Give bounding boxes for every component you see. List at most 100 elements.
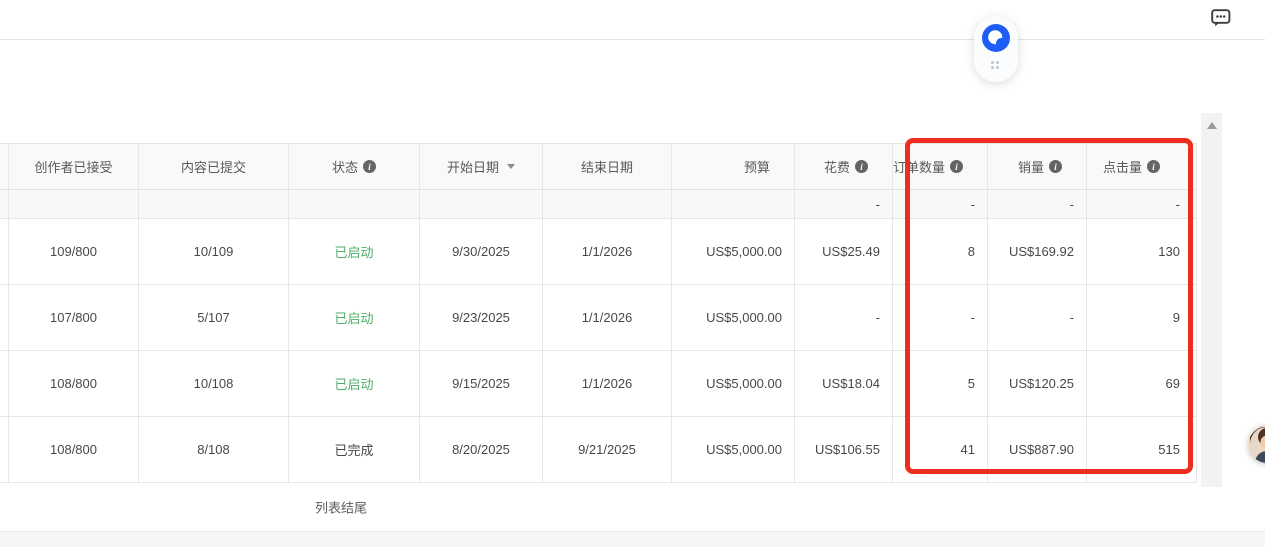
table-cell-stub [0,219,9,284]
table-cell-sales: - [988,190,1087,218]
user-avatar[interactable] [1248,425,1265,463]
table-cell-end-date: 1/1/2026 [543,351,672,416]
table-cell-stub [0,351,9,416]
cell-value: US$5,000.00 [706,244,782,259]
chat-bubble-icon[interactable] [1209,6,1233,30]
cell-value: - [876,310,880,325]
status-badge: 已启动 [334,308,373,327]
info-icon[interactable]: i [1049,160,1062,173]
table-cell-creators-accepted: 109/800 [9,219,139,284]
table-cell-stub [0,285,9,350]
top-divider-line [0,39,1265,40]
table-cell-start-date: 9/15/2025 [420,351,543,416]
column-header-sales[interactable]: 销量i [988,144,1087,189]
campaign-row[interactable]: 108/80010/108已启动9/15/20251/1/2026US$5,00… [0,351,1197,417]
cell-value: 1/1/2026 [582,376,633,391]
column-header-start-date[interactable]: 开始日期 [420,144,543,189]
table-cell-content-submitted: 5/107 [139,285,289,350]
campaign-table: 创作者已接受内容已提交状态i开始日期结束日期预算花费i订单数量i销量i点击量i-… [0,143,1197,531]
campaign-row[interactable]: 109/80010/109已启动9/30/20251/1/2026US$5,00… [0,219,1197,285]
table-cell-start-date: 9/30/2025 [420,219,543,284]
table-cell-sales: US$887.90 [988,417,1087,482]
column-header-spend[interactable]: 花费i [795,144,893,189]
column-label: 状态 [332,157,358,176]
cell-value: 9/23/2025 [452,310,510,325]
scroll-up-icon[interactable] [1207,122,1217,129]
cell-value: US$5,000.00 [706,442,782,457]
column-header-content-submitted[interactable]: 内容已提交 [139,144,289,189]
table-cell-status: 已启动 [289,219,420,284]
table-cell-orders: 41 [893,417,988,482]
cell-value: - [971,197,975,212]
table-cell-start-date [420,190,543,218]
table-cell-sales: US$120.25 [988,351,1087,416]
cell-value: US$106.55 [815,442,880,457]
table-cell-clicks: 9 [1087,285,1197,350]
table-cell-creators-accepted: 108/800 [9,417,139,482]
info-icon[interactable]: i [855,160,868,173]
cell-value: 69 [1166,376,1180,391]
bottom-status-bar [0,531,1265,547]
drag-handle-icon[interactable] [991,61,1001,71]
summary-row: ---- [0,190,1197,219]
table-cell-end-date: 1/1/2026 [543,219,672,284]
cell-value: 515 [1158,442,1180,457]
status-badge: 已启动 [334,374,373,393]
table-header-row: 创作者已接受内容已提交状态i开始日期结束日期预算花费i订单数量i销量i点击量i [0,144,1197,190]
table-cell-clicks: 515 [1087,417,1197,482]
table-cell-creators-accepted: 108/800 [9,351,139,416]
info-icon[interactable]: i [950,160,963,173]
extension-logo-icon[interactable] [982,24,1010,52]
table-cell-orders: 5 [893,351,988,416]
table-cell-spend: - [795,285,893,350]
table-cell-clicks: 130 [1087,219,1197,284]
table-cell-clicks: 69 [1087,351,1197,416]
end-of-list-row: 列表结尾 [0,483,1197,531]
cell-value: - [971,310,975,325]
cell-value: 1/1/2026 [582,244,633,259]
table-cell-status: 已启动 [289,351,420,416]
table-cell-end-date: 9/21/2025 [543,417,672,482]
table-cell-start-date: 9/23/2025 [420,285,543,350]
cell-value: 5 [968,376,975,391]
cell-value: 107/800 [50,310,97,325]
info-icon[interactable]: i [1147,160,1160,173]
cell-value: US$169.92 [1009,244,1074,259]
column-label: 点击量 [1103,157,1142,176]
cell-value: 1/1/2026 [582,310,633,325]
cell-value: US$120.25 [1009,376,1074,391]
status-badge: 已启动 [334,242,373,261]
table-cell-orders: - [893,285,988,350]
column-header-status[interactable]: 状态 i [289,144,420,189]
column-header-budget[interactable]: 预算 [672,144,795,189]
cell-value: 8/20/2025 [452,442,510,457]
column-header-stub [0,144,9,189]
table-cell-budget: US$5,000.00 [672,285,795,350]
table-cell-start-date: 8/20/2025 [420,417,543,482]
table-cell-content-submitted [139,190,289,218]
column-label: 预算 [744,157,770,176]
sort-desc-icon[interactable] [507,164,515,169]
table-cell-stub [0,417,9,482]
column-header-end-date[interactable]: 结束日期 [543,144,672,189]
end-of-list-label: 列表结尾 [315,498,367,517]
table-cell-orders: 8 [893,219,988,284]
column-label: 创作者已接受 [34,157,112,176]
column-header-creators-accepted[interactable]: 创作者已接受 [9,144,139,189]
column-label: 内容已提交 [181,157,246,176]
column-header-clicks[interactable]: 点击量 i [1087,144,1197,189]
table-cell-clicks: - [1087,190,1197,218]
column-header-orders[interactable]: 订单数量 i [893,144,988,189]
table-cell-budget: US$5,000.00 [672,417,795,482]
cell-value: US$887.90 [1009,442,1074,457]
cell-value: - [1070,310,1074,325]
floating-widget[interactable] [974,16,1018,82]
campaign-row[interactable]: 108/8008/108已完成8/20/20259/21/2025US$5,00… [0,417,1197,483]
info-icon[interactable]: i [363,160,376,173]
column-label: 订单数量 [893,157,945,176]
table-cell-sales: - [988,285,1087,350]
vertical-scrollbar[interactable] [1201,113,1222,487]
cell-value: 10/108 [194,376,234,391]
campaign-row[interactable]: 107/800 5/107 已启动 9/23/2025 1/1/2026 US$5,000… [0,285,1197,351]
table-cell-status [289,190,420,218]
